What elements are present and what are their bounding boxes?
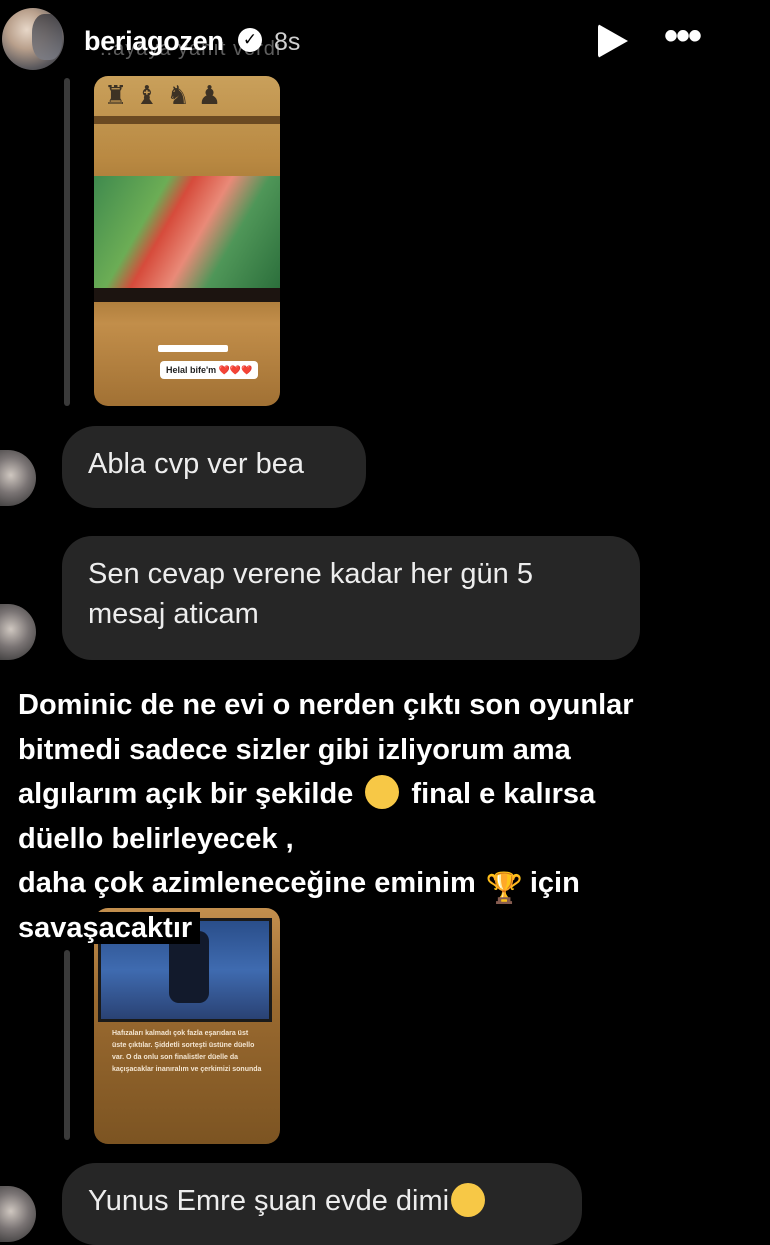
sender-avatar[interactable] [0, 450, 36, 506]
message-bubble: Sen cevap verene kadar her gün 5 mesaj a… [62, 536, 640, 660]
shelf [94, 116, 280, 124]
overlay-text: için [529, 867, 580, 899]
overlay-line: savaşacaktır [10, 912, 201, 944]
message-text: Sen cevap verene kadar her gün 5 mesaj a… [88, 558, 533, 630]
verified-check-icon: ✓ [238, 28, 262, 52]
overlay-line: düello belirleyecek , [10, 822, 302, 855]
message-bubble: Yunus Emre şuan evde dimi [62, 1163, 582, 1245]
overlay-line: daha çok azimleneceğine eminim 🏆 için [10, 867, 588, 905]
tv-screen [94, 176, 280, 291]
message-text: Abla cvp ver bea [88, 448, 305, 480]
overlay-text: algılarım açık bir şekilde [18, 778, 354, 810]
smiling-face-icon [365, 775, 400, 809]
tv-stand [94, 288, 280, 302]
reply-indicator-line [64, 78, 70, 406]
story-sticker: Helal bife'm ❤️❤️❤️ [160, 361, 259, 379]
username[interactable]: beriagozen [84, 26, 224, 57]
story-sticker-small [158, 345, 228, 352]
story-reply-thumbnail[interactable]: ♜♝♞♟ Helal bife'm ❤️❤️❤️ [94, 76, 280, 406]
post-time: 8s [274, 28, 301, 56]
message-bubble: Abla cvp ver bea [62, 426, 366, 508]
overlay-line: Dominic de ne evi o nerden çıktı son oyu… [10, 689, 642, 721]
more-dots-icon[interactable]: ••• [664, 14, 702, 59]
overlay-text: daha çok azimleneceğine eminim [18, 867, 476, 899]
crying-face-icon [451, 1183, 486, 1217]
overlay-line: bitmedi sadece sizler gibi izliyorum ama [10, 733, 579, 766]
shelf-decor: ♜♝♞♟ [104, 80, 230, 110]
reply-indicator-line [64, 950, 70, 1140]
profile-avatar[interactable] [2, 8, 64, 70]
overlay-text: final e kalırsa [411, 778, 596, 810]
story-caption: Hafızaları kalmadı çok fazla eşarıdara ü… [112, 1030, 262, 1073]
message-text: Yunus Emre şuan evde dimi [88, 1185, 450, 1217]
sender-avatar[interactable] [0, 1186, 36, 1242]
sender-avatar[interactable] [0, 604, 36, 660]
trophy-icon: 🏆 [485, 872, 524, 905]
play-icon[interactable] [598, 24, 628, 58]
overlay-line: algılarım açık bir şekilde final e kalır… [10, 775, 604, 810]
story-header: ..ayaya yanıt verdi beriagozen ✓ 8s ••• [0, 0, 770, 80]
story-overlay-text: Dominic de ne evi o nerden çıktı son oyu… [10, 683, 730, 951]
